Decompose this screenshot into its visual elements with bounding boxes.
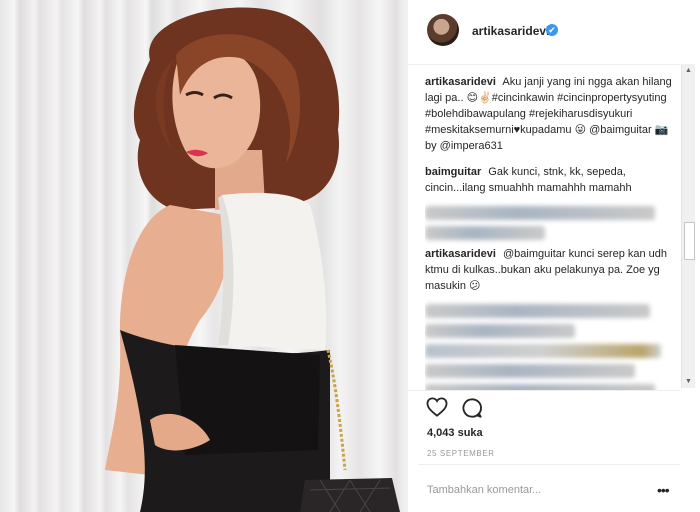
scroll-thumb[interactable] (684, 222, 695, 260)
blurred-comment (425, 344, 661, 358)
panel-divider (407, 0, 408, 512)
post-date[interactable]: 25 SEPTEMBER (427, 449, 495, 458)
comment-username[interactable]: artikasaridevi (425, 248, 496, 260)
blurred-comment (425, 226, 545, 240)
comment-divider (418, 464, 680, 465)
comment-username[interactable]: artikasaridevi (425, 76, 496, 88)
comment-bubble-icon[interactable] (461, 397, 483, 424)
blurred-comment (425, 206, 655, 220)
woman-portrait-image (105, 7, 400, 512)
blurred-comment (425, 324, 575, 338)
list-item: baimguitar Gak kunci, stnk, kk, sepeda, … (425, 164, 677, 196)
actions-divider (408, 390, 680, 391)
more-options-icon[interactable]: ••• (657, 482, 670, 498)
post-header: artikasaridevi ✔ (408, 0, 700, 62)
blurred-comment (425, 304, 650, 318)
header-username[interactable]: artikasaridevi (472, 24, 549, 38)
blurred-comment (425, 364, 635, 378)
list-item: artikasaridevi @baimguitar kunci serep k… (425, 246, 677, 294)
comments-scrollbar[interactable]: ▲ ▼ (681, 64, 695, 388)
verified-badge-icon: ✔ (546, 24, 558, 36)
header-divider (408, 64, 680, 65)
scroll-down-arrow-icon[interactable]: ▼ (685, 378, 692, 385)
heart-icon[interactable] (426, 397, 448, 422)
post-photo[interactable] (0, 0, 407, 512)
comment-username[interactable]: baimguitar (425, 166, 481, 178)
scroll-up-arrow-icon[interactable]: ▲ (685, 67, 692, 74)
caption-comment: artikasaridevi Aku janji yang ini ngga a… (425, 74, 677, 154)
avatar[interactable] (427, 14, 459, 46)
comments-list[interactable]: artikasaridevi Aku janji yang ini ngga a… (425, 74, 677, 390)
add-comment-input[interactable]: Tambahkan komentar... (427, 484, 541, 496)
like-count[interactable]: 4,043 suka (427, 427, 483, 439)
